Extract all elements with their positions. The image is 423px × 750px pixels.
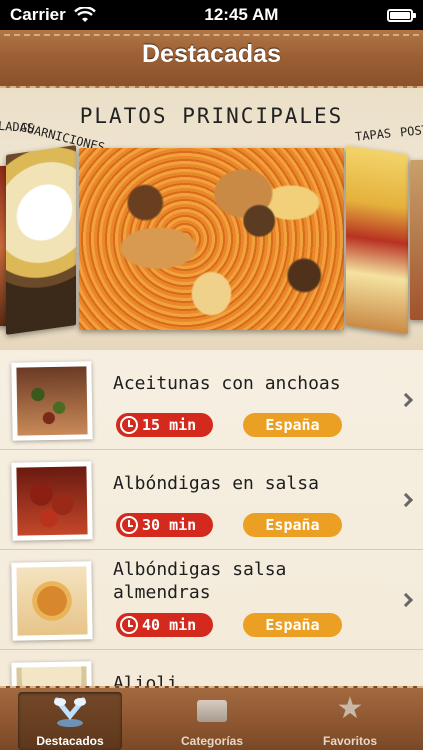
meatballs-sauce-photo [16,466,88,536]
recipe-row[interactable]: Alioli [0,650,423,686]
chevron-right-icon [398,392,414,408]
recipe-title: Alioli [113,673,179,686]
recipe-title: Albóndigas en salsa [113,473,319,494]
origin-badge: España [243,613,342,637]
tab-destacados[interactable]: Destacados [18,692,122,750]
category-image-platos-principales[interactable] [79,148,344,330]
recipe-row[interactable]: Albóndigas en salsa 30 min España [0,450,423,550]
time-value: 40 min [142,616,197,634]
time-value: 15 min [142,416,197,434]
recipe-thumbnail [11,661,93,686]
tab-label: Categorías [180,734,244,748]
tray-icon [197,700,227,722]
fork-knife-icon [54,697,86,727]
status-bar: Carrier 12:45 AM [0,0,423,30]
star-icon: ★ [336,692,364,725]
category-label-tapas[interactable]: TAPAS [354,126,391,144]
tab-label: Favoritos [322,734,377,748]
tab-bar: Destacados Categorías ★ Favoritos [0,686,423,750]
page-title: Destacadas [142,40,281,68]
category-carousel[interactable]: LADAS GUARNICIONES PLATOS PRINCIPALES TA… [0,88,423,350]
category-image-postres[interactable] [410,160,423,320]
recipe-title: Albóndigas salsa almendras [113,559,287,603]
chevron-right-icon [398,492,414,508]
clock-icon [120,616,138,634]
category-image-tapas[interactable] [346,145,408,335]
recipe-list[interactable]: Aceitunas con anchoas 15 min España Albó… [0,350,423,686]
clock-icon [120,516,138,534]
recipe-thumbnail [11,361,93,441]
recipe-thumbnail [11,461,93,541]
status-left: Carrier [10,5,96,25]
meatballs-almonds-photo [16,566,88,636]
tab-label: Destacados [36,734,104,748]
chevron-right-icon [398,592,414,608]
clock-icon [120,416,138,434]
tab-categorias[interactable]: Categorías [160,692,264,750]
recipe-title: Aceitunas con anchoas [113,373,341,394]
category-image-guarniciones[interactable] [6,145,76,335]
time-badge: 30 min [116,513,213,537]
origin-badge: España [243,413,342,437]
nav-header: Destacadas [0,30,423,88]
battery-icon [387,8,416,22]
selected-category-title: PLATOS PRINCIPALES [79,104,344,128]
tab-favoritos[interactable]: ★ Favoritos [298,692,402,750]
recipe-thumbnail [11,561,93,641]
olives-anchovies-photo [16,366,88,436]
time-badge: 40 min [116,613,213,637]
status-time: 12:45 AM [204,5,279,24]
category-label-postres[interactable]: POST [399,123,423,140]
recipe-row[interactable]: Albóndigas salsa almendras 40 min España [0,550,423,650]
origin-badge: España [243,513,342,537]
recipe-row[interactable]: Aceitunas con anchoas 15 min España [0,350,423,450]
carrier-label: Carrier [10,5,66,24]
time-value: 30 min [142,516,197,534]
alioli-photo [16,666,88,686]
time-badge: 15 min [116,413,213,437]
wifi-icon [73,7,96,22]
